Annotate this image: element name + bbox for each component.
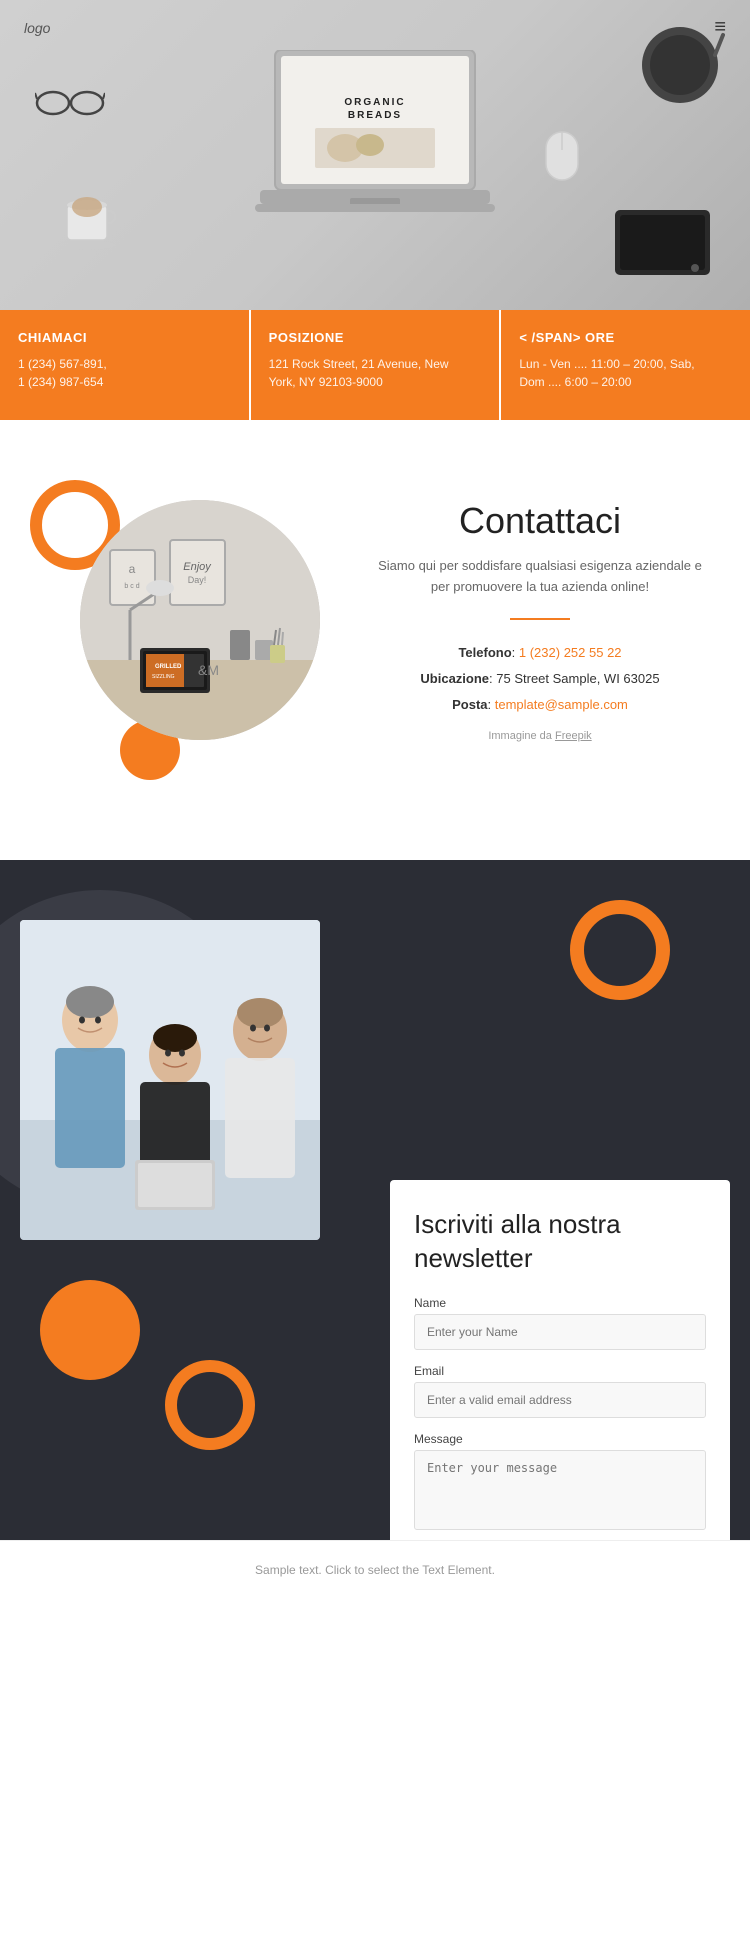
form-group-name: Name	[414, 1296, 706, 1350]
svg-text:&M: &M	[198, 662, 219, 678]
info-card-call: CHIAMACI 1 (234) 567-891, 1 (234) 987-65…	[0, 310, 249, 420]
glasses-decoration	[35, 85, 105, 125]
contact-image-inner: a b c d Enjoy Day!	[80, 500, 320, 740]
contact-freepik: Immagine da Freepik	[370, 730, 710, 742]
dark-deco-circle-outline-top	[570, 900, 670, 1000]
contact-title: Contattaci	[370, 500, 710, 542]
freepik-link[interactable]: Freepik	[555, 730, 592, 742]
tablet-decoration	[615, 210, 710, 285]
svg-text:b c d: b c d	[124, 583, 139, 590]
svg-text:Enjoy: Enjoy	[183, 561, 212, 573]
info-card-hours-title: < /SPAN> ORE	[519, 330, 732, 345]
contact-location: Ubicazione: 75 Street Sample, WI 63025	[370, 666, 710, 692]
laptop-decoration: ORGANIC BREADS	[255, 50, 495, 240]
menu-icon[interactable]: ≡	[714, 16, 726, 39]
contact-section: a b c d Enjoy Day!	[0, 420, 750, 860]
name-label: Name	[414, 1296, 706, 1310]
dark-deco-circle-outline-bottom	[165, 1360, 255, 1450]
contact-image: a b c d Enjoy Day!	[80, 500, 320, 740]
info-card-call-text: 1 (234) 567-891, 1 (234) 987-654	[18, 355, 231, 391]
svg-text:a: a	[129, 562, 136, 576]
team-photo-inner	[20, 920, 320, 1240]
contact-phone: Telefono: 1 (232) 252 55 22	[370, 640, 710, 666]
info-card-call-title: CHIAMACI	[18, 330, 231, 345]
site-logo: logo	[24, 20, 50, 36]
contact-description: Siamo qui per soddisfare qualsiasi esige…	[370, 556, 710, 598]
svg-text:ORGANIC: ORGANIC	[344, 97, 405, 108]
info-card-location-title: POSIZIONE	[269, 330, 482, 345]
info-card-hours-text: Lun - Ven .... 11:00 – 20:00, Sab, Dom .…	[519, 355, 732, 391]
dark-deco-circle-solid-bottom	[40, 1280, 140, 1380]
team-photo	[20, 920, 320, 1240]
svg-text:BREADS: BREADS	[348, 110, 402, 121]
phone-link[interactable]: 1 (232) 252 55 22	[519, 645, 622, 660]
info-card-location-text: 121 Rock Street, 21 Avenue, New York, NY…	[269, 355, 482, 391]
svg-text:GRILLED: GRILLED	[155, 664, 182, 670]
message-label: Message	[414, 1432, 706, 1446]
form-group-message: Message	[414, 1432, 706, 1535]
form-group-email: Email	[414, 1364, 706, 1418]
contact-info: Contattaci Siamo qui per soddisfare qual…	[370, 500, 710, 742]
newsletter-card: Iscriviti alla nostra newsletter Name Em…	[390, 1180, 730, 1540]
footer: Sample text. Click to select the Text El…	[0, 1540, 750, 1599]
name-input[interactable]	[414, 1314, 706, 1350]
coffee-decoration	[55, 185, 120, 255]
contact-email: Posta: template@sample.com	[370, 692, 710, 718]
email-link[interactable]: template@sample.com	[495, 697, 628, 712]
contact-divider	[510, 618, 570, 620]
newsletter-section: Iscriviti alla nostra newsletter Name Em…	[0, 860, 750, 1540]
info-card-location: POSIZIONE 121 Rock Street, 21 Avenue, Ne…	[251, 310, 500, 420]
newsletter-title: Iscriviti alla nostra newsletter	[414, 1208, 706, 1276]
site-header: logo ≡	[0, 0, 750, 55]
footer-text: Sample text. Click to select the Text El…	[255, 1563, 495, 1577]
mouse-decoration	[544, 130, 580, 187]
info-card-hours: < /SPAN> ORE Lun - Ven .... 11:00 – 20:0…	[501, 310, 750, 420]
svg-text:Day!: Day!	[188, 575, 207, 585]
svg-text:SIZZLING: SIZZLING	[152, 674, 175, 680]
info-cards-row: CHIAMACI 1 (234) 567-891, 1 (234) 987-65…	[0, 310, 750, 420]
email-label: Email	[414, 1364, 706, 1378]
message-input[interactable]	[414, 1450, 706, 1530]
email-input[interactable]	[414, 1382, 706, 1418]
contact-details: Telefono: 1 (232) 252 55 22 Ubicazione: …	[370, 640, 710, 718]
hero-section: logo ≡	[0, 0, 750, 310]
